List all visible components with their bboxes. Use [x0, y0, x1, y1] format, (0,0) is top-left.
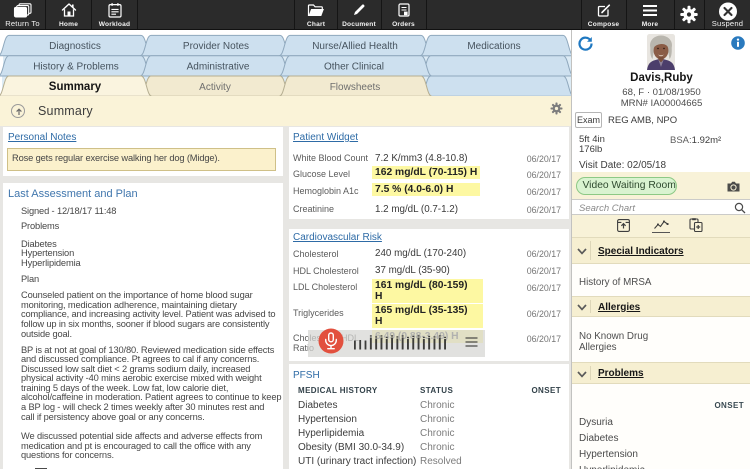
svg-text:History & Problems: History & Problems — [33, 61, 119, 72]
svg-text:Nurse/Allied Health: Nurse/Allied Health — [312, 41, 398, 52]
svg-text:Flowsheets: Flowsheets — [330, 82, 381, 93]
svg-text:Provider Notes: Provider Notes — [183, 41, 249, 52]
svg-text:Diagnostics: Diagnostics — [49, 41, 101, 52]
svg-text:Summary: Summary — [49, 81, 102, 93]
svg-text:Activity: Activity — [199, 82, 231, 93]
svg-text:Administrative: Administrative — [187, 61, 250, 72]
svg-text:Other Clinical: Other Clinical — [324, 61, 384, 72]
svg-text:Medications: Medications — [467, 41, 520, 52]
